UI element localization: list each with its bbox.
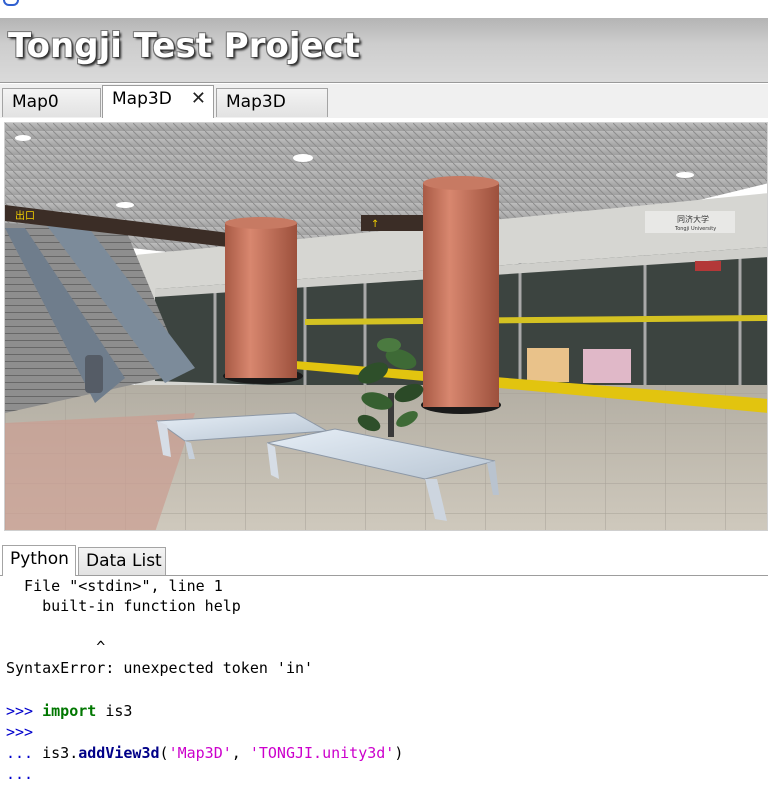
prompt: >>> [6,723,34,741]
python-console[interactable]: File "<stdin>", line 1 built-in function… [0,576,768,789]
console-line: SyntaxError: unexpected token 'in' [6,659,314,677]
station-name-en: Tongji University [674,226,716,232]
code: ( [159,744,169,762]
tab-data-list[interactable]: Data List [78,547,166,575]
prompt: ... [6,765,34,783]
subway-platform-scene: 出口 ↑ 同济大学 Tongji University [5,123,767,530]
pillar [225,223,297,378]
console-line: ^ [6,638,106,656]
console-line: File "<stdin>", line 1 [6,577,223,595]
code: ) [394,744,404,762]
tab-label: Map3D [226,92,286,112]
door-sign [695,261,721,271]
function-name: addView3d [78,744,160,762]
ceiling-light [116,202,134,208]
poster [583,349,631,383]
close-tab-icon[interactable]: ✕ [191,90,206,108]
3d-viewport[interactable]: 出口 ↑ 同济大学 Tongji University [4,122,768,531]
code: is3 [96,702,133,720]
tab-map3d-active[interactable]: Map3D ✕ [102,85,214,119]
prompt: ... [6,744,34,762]
app-title: Tongji Test Project [8,26,360,66]
tab-map3d-second[interactable]: Map3D [216,88,328,117]
map-tab-bar: Map0 Map3D ✕ Map3D [0,84,768,119]
console-input-line: >>> [6,722,33,742]
exit-sign-text: 出口 [15,209,35,222]
string-literal: 'TONGJI.unity3d' [249,744,395,762]
poster [527,348,569,382]
string-literal: 'Map3D' [168,744,232,762]
app-corner-icon [3,0,19,6]
svg-text:↑: ↑ [371,219,379,230]
ceiling-light [293,154,313,162]
tab-python[interactable]: Python [2,545,76,576]
tab-label: Map0 [12,92,59,112]
ceiling-light [15,135,31,141]
console-input-line: ... is3.addView3d('Map3D', 'TONGJI.unity… [6,743,403,763]
tab-label: Map3D [112,89,172,109]
console-input-line[interactable]: ... [6,764,33,784]
code: is3. [33,744,79,762]
title-bar: Tongji Test Project [0,18,768,83]
console-line: built-in function help [6,597,241,615]
console-input-line: >>> import is3 [6,701,132,721]
keyword: import [42,702,97,720]
code: , [231,744,250,762]
station-name: 同济大学 [677,214,709,224]
tab-label: Python [10,549,69,569]
tab-map0[interactable]: Map0 [2,88,101,117]
prompt: >>> [6,702,34,720]
tab-label: Data List [86,551,162,571]
console-tab-bar: Python Data List [0,545,768,576]
escalator-end [85,355,103,393]
top-strip [0,0,768,18]
ceiling-light [676,172,694,178]
pillar [423,183,499,407]
